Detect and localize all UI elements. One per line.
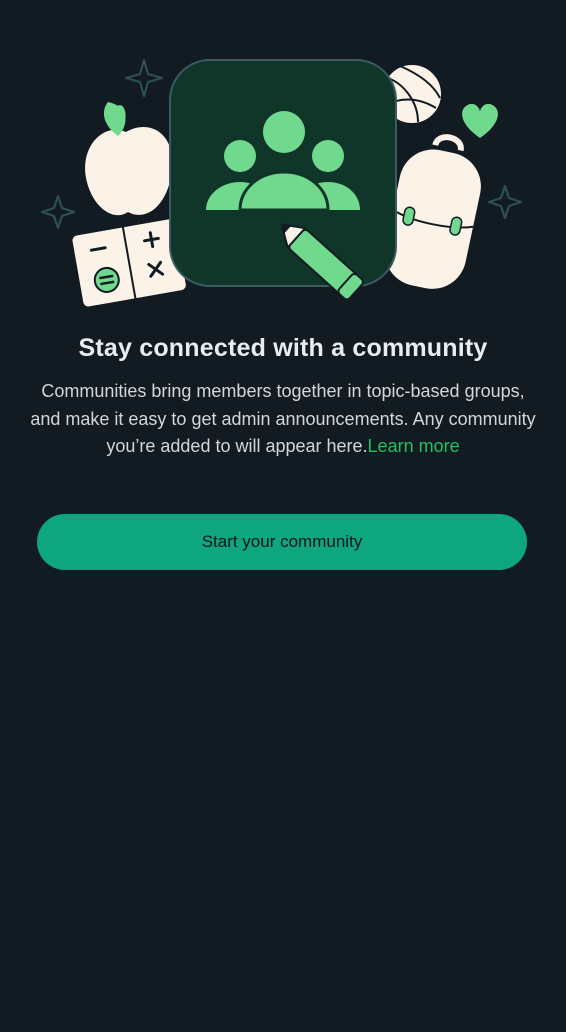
sparkle-icon: [40, 194, 76, 230]
community-icon: [169, 59, 397, 287]
learn-more-link[interactable]: Learn more: [368, 436, 460, 456]
heart-icon: [462, 103, 498, 138]
communities-screen: Stay connected with a community Communit…: [0, 0, 566, 1032]
apple-icon: [85, 102, 173, 216]
sparkle-icon: [487, 184, 523, 220]
description-text: Communities bring members together in to…: [30, 381, 536, 456]
start-community-button[interactable]: Start your community: [37, 514, 527, 570]
sparkle-icon: [124, 58, 164, 98]
description: Communities bring members together in to…: [28, 378, 538, 461]
page-title: Stay connected with a community: [78, 334, 488, 362]
communities-illustration: [0, 0, 566, 320]
